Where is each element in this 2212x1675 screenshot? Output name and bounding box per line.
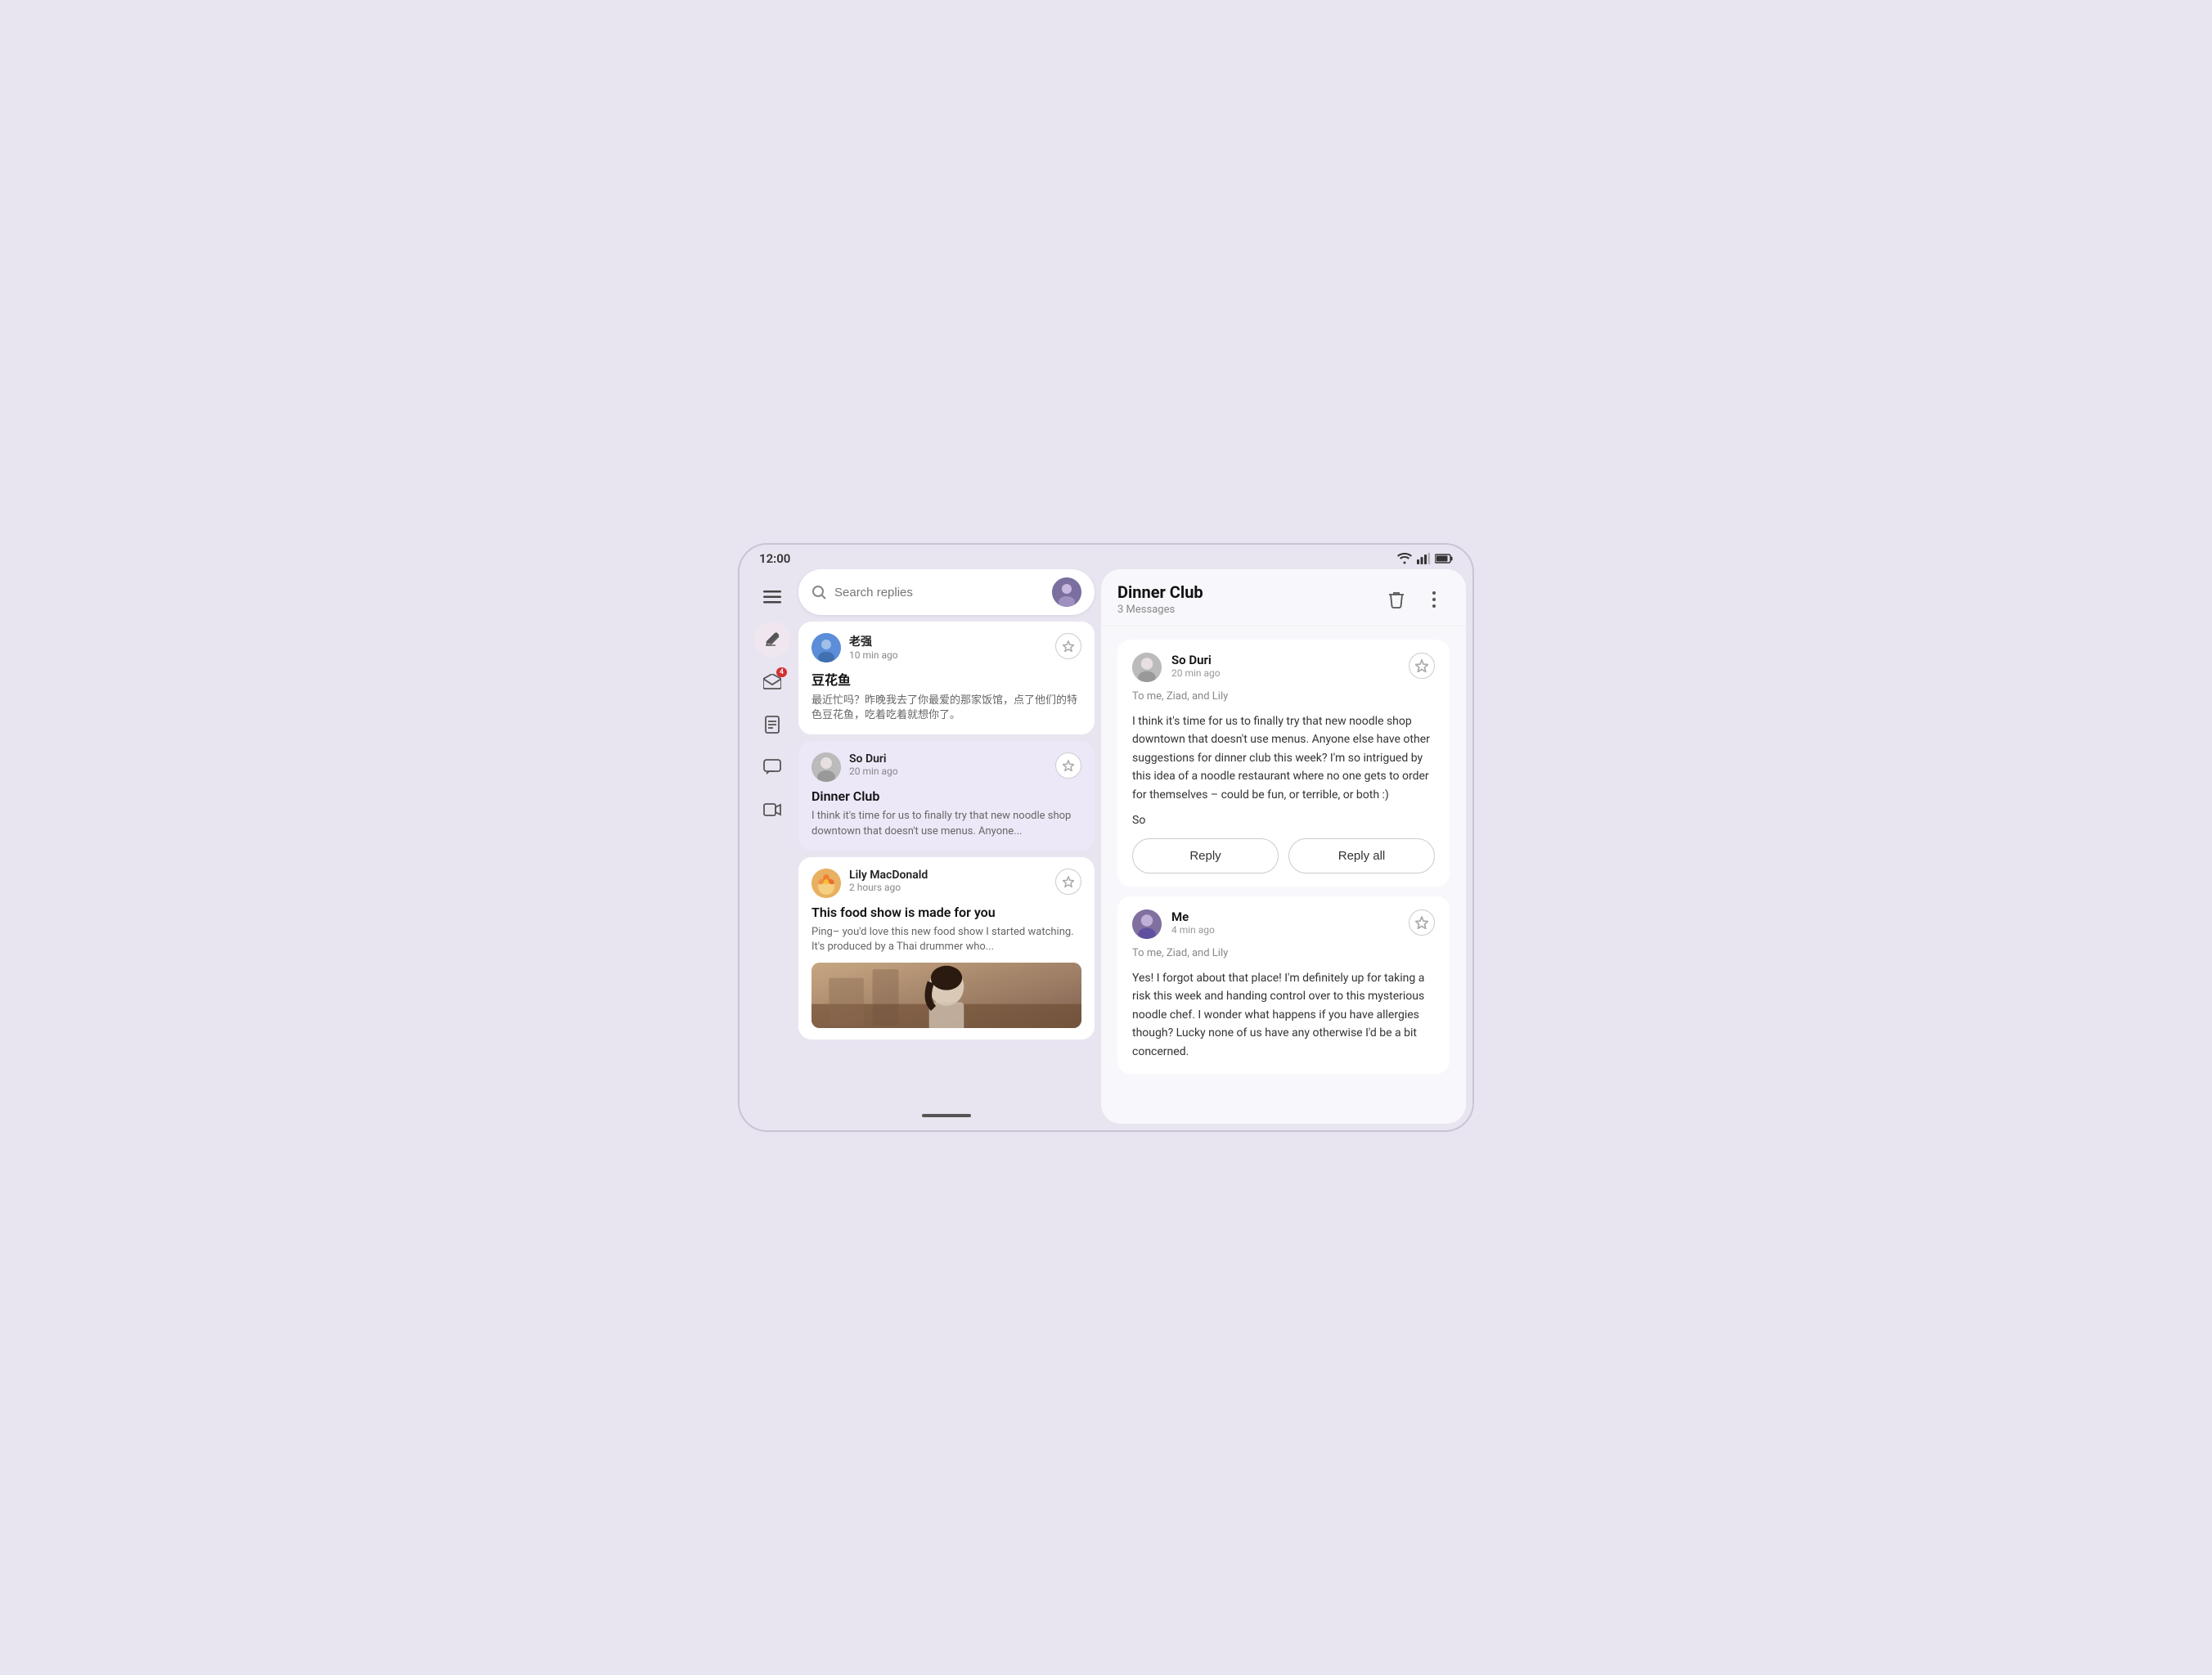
star-btn-msg2[interactable] bbox=[1409, 909, 1435, 936]
thread-count: 3 Messages bbox=[1117, 604, 1381, 616]
star-btn-2[interactable] bbox=[1055, 752, 1081, 779]
status-icons bbox=[1397, 553, 1453, 564]
search-bar[interactable] bbox=[798, 569, 1095, 615]
email-subject-3: This food show is made for you bbox=[812, 905, 1081, 920]
email-card-3[interactable]: Lily MacDonald 2 hours ago This food sho… bbox=[798, 857, 1095, 1040]
email-list-panel: 老强 10 min ago 豆花鱼 最近忙吗？昨晚我去了你最爱的那家饭馆，点了他… bbox=[798, 569, 1101, 1124]
email-sender-info-3: Lily MacDonald 2 hours ago bbox=[849, 869, 1047, 893]
message-sender-block-1: So Duri 20 min ago bbox=[1171, 653, 1399, 679]
thread-header: Dinner Club 3 Messages bbox=[1101, 569, 1466, 626]
reply-actions: Reply Reply all bbox=[1132, 838, 1435, 873]
email-subject-1: 豆花鱼 bbox=[812, 669, 1081, 689]
more-options-button[interactable] bbox=[1418, 584, 1450, 615]
thread-actions bbox=[1381, 584, 1450, 615]
email-time-1: 10 min ago bbox=[849, 649, 1047, 661]
sidebar-item-chat[interactable] bbox=[754, 749, 790, 785]
avatar-lily bbox=[812, 869, 841, 898]
star-btn-1[interactable] bbox=[1055, 633, 1081, 659]
battery-icon bbox=[1435, 554, 1453, 564]
avatar-soduri-list bbox=[812, 752, 841, 782]
avatar-soduri-thread bbox=[1132, 653, 1162, 682]
star-btn-msg1[interactable] bbox=[1409, 653, 1435, 679]
email-time-3: 2 hours ago bbox=[849, 882, 1047, 893]
thread-body: So Duri 20 min ago To me, Ziad, and Lily… bbox=[1101, 626, 1466, 1124]
sender-name-3: Lily MacDonald bbox=[849, 869, 1047, 882]
device-frame: 12:00 bbox=[738, 543, 1474, 1132]
compose-icon bbox=[764, 631, 780, 648]
search-icon bbox=[812, 585, 826, 599]
user-avatar bbox=[1052, 577, 1081, 607]
reply-button[interactable]: Reply bbox=[1132, 838, 1279, 873]
message-signature-1: So bbox=[1132, 814, 1435, 827]
sidebar-nav: 4 bbox=[746, 569, 798, 1124]
thread-title-block: Dinner Club 3 Messages bbox=[1117, 582, 1381, 616]
signal-icon bbox=[1417, 553, 1430, 564]
document-icon bbox=[765, 716, 780, 734]
video-icon bbox=[763, 803, 781, 816]
message-recipients-1: To me, Ziad, and Lily bbox=[1132, 690, 1435, 703]
sidebar-item-inbox[interactable]: 4 bbox=[754, 664, 790, 700]
email-time-2: 20 min ago bbox=[849, 766, 1047, 777]
email-image-3 bbox=[812, 963, 1081, 1028]
sidebar-item-documents[interactable] bbox=[754, 707, 790, 743]
email-sender-info-2: So Duri 20 min ago bbox=[849, 752, 1047, 777]
message-header-1: So Duri 20 min ago bbox=[1132, 653, 1435, 682]
email-preview-1: 最近忙吗？昨晚我去了你最爱的那家饭馆，点了他们的特色豆花鱼，吃着吃着就想你了。 bbox=[812, 694, 1081, 723]
thread-title: Dinner Club bbox=[1117, 582, 1381, 602]
avatar-laoqiang bbox=[812, 633, 841, 662]
status-time: 12:00 bbox=[759, 551, 790, 566]
message-body-1: I think it's time for us to finally try … bbox=[1132, 712, 1435, 804]
email-card-2[interactable]: So Duri 20 min ago Dinner Club I think i… bbox=[798, 741, 1095, 850]
sidebar-item-menu[interactable] bbox=[754, 579, 790, 615]
message-header-2: Me 4 min ago bbox=[1132, 909, 1435, 939]
wifi-icon bbox=[1397, 553, 1412, 564]
star-btn-3[interactable] bbox=[1055, 869, 1081, 895]
message-sender-name-1: So Duri bbox=[1171, 653, 1399, 667]
message-card-1: So Duri 20 min ago To me, Ziad, and Lily… bbox=[1117, 640, 1450, 887]
message-time-2: 4 min ago bbox=[1171, 924, 1399, 936]
email-card-1[interactable]: 老强 10 min ago 豆花鱼 最近忙吗？昨晚我去了你最爱的那家饭馆，点了他… bbox=[798, 622, 1095, 734]
sender-name-1: 老强 bbox=[849, 633, 1047, 649]
app-frame: 4 bbox=[740, 569, 1472, 1130]
message-card-2: Me 4 min ago To me, Ziad, and Lily Yes! … bbox=[1117, 896, 1450, 1074]
email-preview-3: Ping– you'd love this new food show I st… bbox=[812, 925, 1081, 954]
email-sender-info-1: 老强 10 min ago bbox=[849, 633, 1047, 661]
email-preview-2: I think it's time for us to finally try … bbox=[812, 809, 1081, 838]
inbox-badge: 4 bbox=[776, 667, 787, 677]
delete-thread-button[interactable] bbox=[1381, 584, 1412, 615]
message-recipients-2: To me, Ziad, and Lily bbox=[1132, 947, 1435, 959]
message-body-2: Yes! I forgot about that place! I'm defi… bbox=[1132, 969, 1435, 1061]
menu-icon bbox=[763, 591, 781, 604]
message-sender-block-2: Me 4 min ago bbox=[1171, 909, 1399, 936]
email-list: 老强 10 min ago 豆花鱼 最近忙吗？昨晚我去了你最爱的那家饭馆，点了他… bbox=[798, 622, 1095, 1104]
sidebar-item-video[interactable] bbox=[754, 792, 790, 828]
reply-all-button[interactable]: Reply all bbox=[1288, 838, 1435, 873]
scroll-indicator bbox=[922, 1114, 971, 1117]
email-thread-panel: Dinner Club 3 Messages bbox=[1101, 569, 1466, 1124]
avatar-me bbox=[1132, 909, 1162, 939]
sender-name-2: So Duri bbox=[849, 752, 1047, 766]
status-bar: 12:00 bbox=[740, 545, 1472, 569]
sidebar-item-compose[interactable] bbox=[754, 622, 790, 658]
search-input[interactable] bbox=[834, 586, 1044, 599]
chat-icon bbox=[763, 759, 781, 775]
email-subject-2: Dinner Club bbox=[812, 788, 1081, 804]
message-time-1: 20 min ago bbox=[1171, 667, 1399, 679]
message-sender-name-2: Me bbox=[1171, 909, 1399, 924]
